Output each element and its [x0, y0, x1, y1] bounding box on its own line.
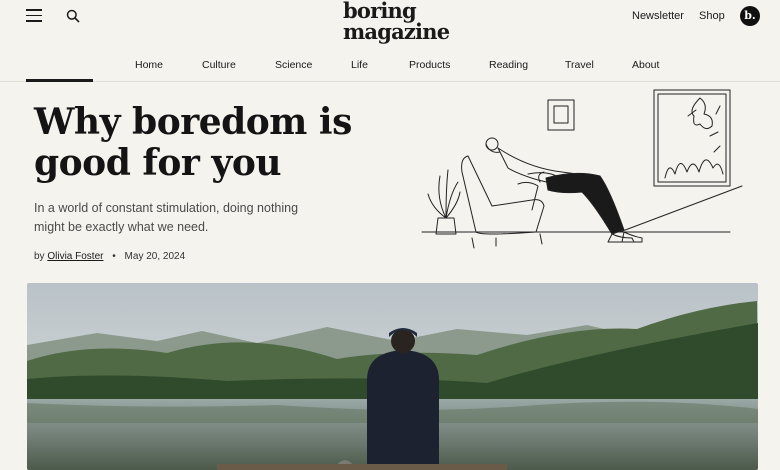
logo-line-1: boring	[343, 0, 417, 23]
nav-item-science[interactable]: Science	[275, 59, 312, 71]
nav-item-travel[interactable]: Travel	[565, 59, 594, 71]
author-link[interactable]: Olivia Foster	[47, 251, 103, 262]
byline-prefix: by	[34, 251, 45, 262]
site-header: the boring magazine Newsletter Shop b. H…	[0, 0, 780, 82]
menu-icon[interactable]	[26, 9, 42, 23]
main-nav: Home Culture Science Life Products Readi…	[0, 59, 780, 73]
hero-image-lake	[27, 283, 758, 470]
title-line-2: good for you	[34, 142, 282, 184]
nav-item-about[interactable]: About	[632, 59, 659, 71]
article-title: Why boredom is good for you	[34, 102, 394, 184]
publish-date: May 20, 2024	[124, 251, 186, 262]
title-line-1: Why boredom is	[34, 101, 352, 143]
newsletter-link[interactable]: Newsletter	[632, 10, 684, 22]
logo-line-2: magazine	[343, 19, 450, 44]
shop-link[interactable]: Shop	[699, 10, 725, 22]
nav-item-products[interactable]: Products	[409, 59, 450, 71]
nav-item-culture[interactable]: Culture	[202, 59, 236, 71]
account-badge[interactable]: b.	[740, 6, 760, 26]
relaxing-man-illustration	[421, 89, 743, 249]
byline: by Olivia Foster • May 20, 2024	[34, 251, 185, 262]
active-indicator	[26, 79, 93, 82]
byline-separator: •	[112, 251, 116, 262]
search-icon[interactable]	[66, 9, 80, 23]
nav-item-home[interactable]: Home	[135, 59, 163, 71]
article-subtitle: In a world of constant stimulation, doin…	[34, 201, 299, 234]
nav-item-reading[interactable]: Reading	[489, 59, 528, 71]
site-logo[interactable]: the boring magazine	[343, 0, 463, 42]
nav-item-life[interactable]: Life	[351, 59, 368, 71]
